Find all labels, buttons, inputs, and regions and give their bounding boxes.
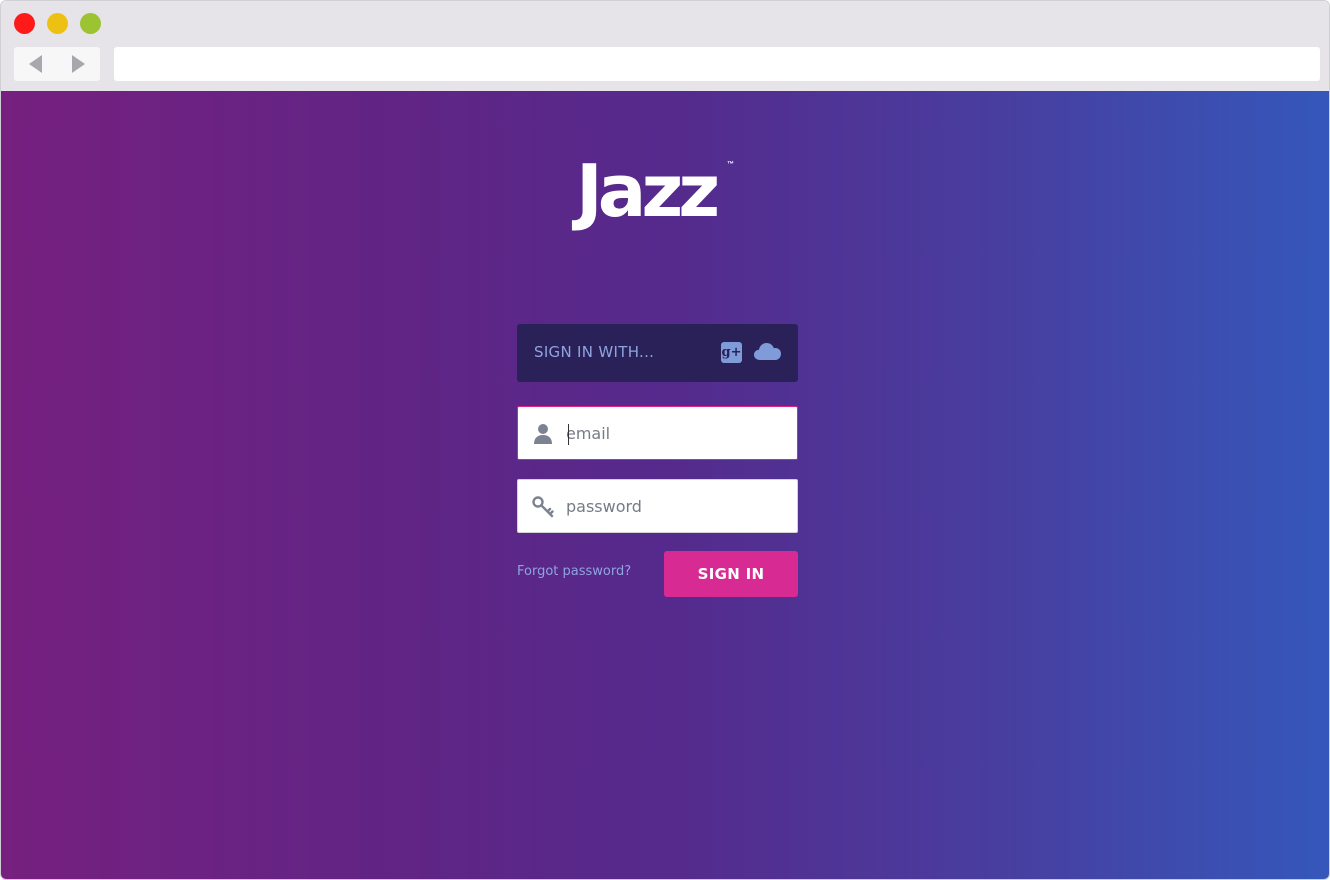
forgot-password-link[interactable]: Forgot password? [517, 564, 631, 579]
cloud-icon[interactable] [753, 340, 782, 362]
forward-button[interactable] [57, 47, 100, 81]
arrow-left-icon [29, 55, 42, 73]
arrow-right-icon [72, 55, 85, 73]
minimize-window-button[interactable] [47, 13, 68, 34]
password-field[interactable] [517, 479, 798, 533]
sign-in-button[interactable]: SIGN IN [664, 551, 798, 597]
close-window-button[interactable] [14, 13, 35, 34]
google-plus-icon[interactable]: g+ [721, 342, 742, 363]
google-plus-glyph: g+ [721, 345, 742, 360]
address-bar[interactable] [114, 47, 1320, 81]
zoom-window-button[interactable] [80, 13, 101, 34]
navigation-buttons [14, 47, 100, 81]
trademark-symbol: ™ [727, 161, 734, 168]
browser-toolbar [1, 1, 1329, 91]
email-input[interactable] [566, 415, 786, 451]
user-icon [534, 424, 552, 444]
social-signin-label: SIGN IN WITH... [534, 343, 655, 361]
jazz-logo: Jazz [576, 149, 720, 233]
password-input[interactable] [566, 488, 786, 524]
text-caret [568, 424, 569, 445]
browser-window: Jazz ™ SIGN IN WITH... g+ Forgot passwor… [0, 0, 1330, 880]
back-button[interactable] [14, 47, 57, 81]
email-field[interactable] [517, 406, 798, 460]
key-icon [532, 496, 554, 518]
